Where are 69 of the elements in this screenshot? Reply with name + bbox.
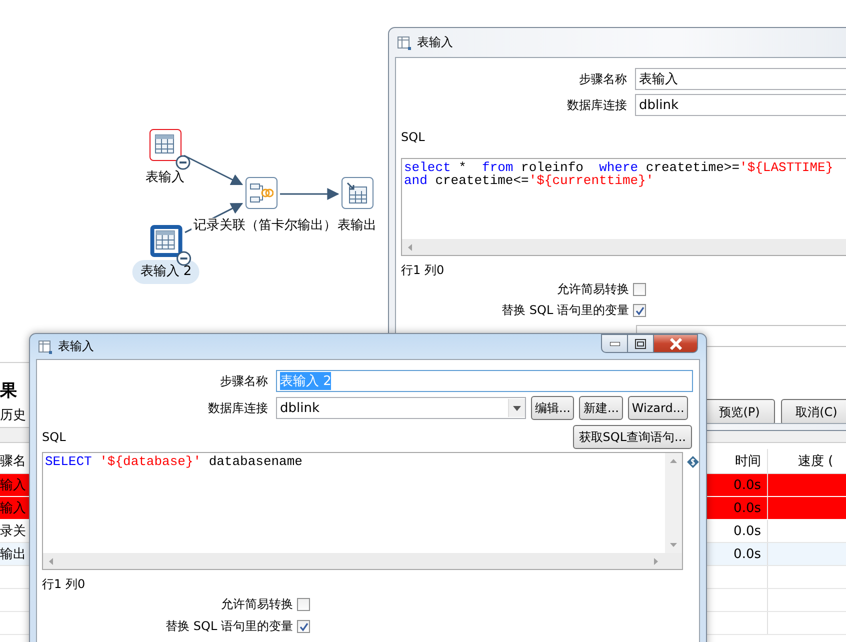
code-line: SELECT '${database}' databasename [45, 455, 304, 468]
sql-editor[interactable]: SELECT '${database}' databasename [42, 452, 684, 570]
step-node[interactable] [149, 129, 181, 161]
field-label: 步骤名称 [578, 70, 627, 88]
close-button[interactable] [653, 334, 698, 353]
window-title: 表输入 [58, 338, 94, 355]
window-title: 表输入 [417, 34, 453, 51]
table-cell-text: 录关 [0, 523, 27, 540]
cursor-position: 行1 列0 [42, 576, 86, 593]
table-cell: 0.0s [708, 474, 768, 496]
connection-dropdown[interactable]: dblink [276, 397, 526, 419]
checkbox[interactable] [297, 598, 310, 611]
field-label: 步骤名称 [219, 372, 268, 390]
dialog-button[interactable]: 取消(C) [781, 399, 846, 423]
checkbox-label: 允许简易转换 [557, 281, 629, 298]
table-cell: 0.0s [708, 543, 768, 565]
dropdown-arrow-icon [513, 406, 521, 410]
step-node[interactable] [245, 177, 277, 209]
sql-label: SQL [401, 130, 426, 144]
maximize-button[interactable] [627, 334, 654, 353]
minus-badge-icon[interactable] [175, 155, 190, 170]
column-header[interactable]: 骤名 [0, 452, 30, 470]
hop-arrow[interactable] [280, 188, 340, 200]
table-cell: 0.0s [708, 497, 768, 519]
checkbox-label: 允许简易转换 [221, 596, 293, 613]
cursor-position: 行1 列0 [401, 262, 446, 279]
join-icon [249, 182, 273, 204]
step-label: 表输入 [144, 170, 186, 186]
checkbox[interactable] [297, 620, 310, 633]
table-icon [154, 134, 176, 156]
minimize-button[interactable] [601, 334, 628, 353]
table-cell-text: 输入 [0, 500, 27, 517]
connection-button[interactable]: 编辑... [531, 396, 574, 420]
connection-button[interactable]: 新建... [579, 396, 623, 420]
checkbox[interactable] [633, 304, 646, 317]
connection-button[interactable]: Wizard... [628, 396, 688, 420]
table-arrow-icon [346, 182, 368, 204]
step-node[interactable] [341, 177, 373, 209]
column-header[interactable]: 速度 ( [768, 452, 846, 470]
minus-badge-icon[interactable] [176, 251, 191, 266]
dialog-button[interactable]: 预览(P) [704, 399, 775, 423]
minimize-icon [610, 342, 620, 346]
sql-editor[interactable]: select * from roleinfo where createtime>='${LASTTIME} and createtime<='${currenttime}' [401, 158, 846, 256]
column-header[interactable]: 时间 [708, 449, 768, 473]
checkbox[interactable] [633, 283, 646, 296]
code-line: and createtime<='${currenttime}' [404, 174, 655, 187]
field-label: 数据库连接 [207, 400, 268, 416]
table-icon [397, 36, 411, 50]
step-node[interactable] [150, 225, 182, 257]
field-label: 数据库连接 [566, 96, 627, 114]
get-sql-button[interactable]: 获取SQL查询语句... [572, 425, 692, 449]
results-title: 果 [0, 380, 17, 402]
step-label: 表输入 2 [132, 260, 200, 284]
checkbox-label: 替换 SQL 语句里的变量 [166, 618, 293, 635]
code-line: select * from roleinfo where createtime>='${LASTTIME} [404, 161, 834, 174]
close-icon [668, 338, 682, 350]
checkbox-label: 替换 SQL 语句里的变量 [502, 302, 629, 319]
table-icon [38, 340, 52, 354]
table-cell: 0.0s [708, 520, 768, 542]
horizontal-scrollbar[interactable] [402, 239, 846, 255]
connection-field[interactable]: dblink [635, 94, 846, 116]
table-cell-text: 输入 [0, 477, 27, 494]
table-icon [155, 230, 177, 252]
history-tab[interactable]: 历史 [0, 406, 26, 424]
table-cell-text: 输出 [0, 546, 27, 563]
sql-label: SQL [42, 430, 66, 444]
step-name-field[interactable]: 表输入 [635, 68, 846, 90]
hop-arrow[interactable] [184, 154, 244, 186]
maximize-icon [635, 338, 646, 348]
